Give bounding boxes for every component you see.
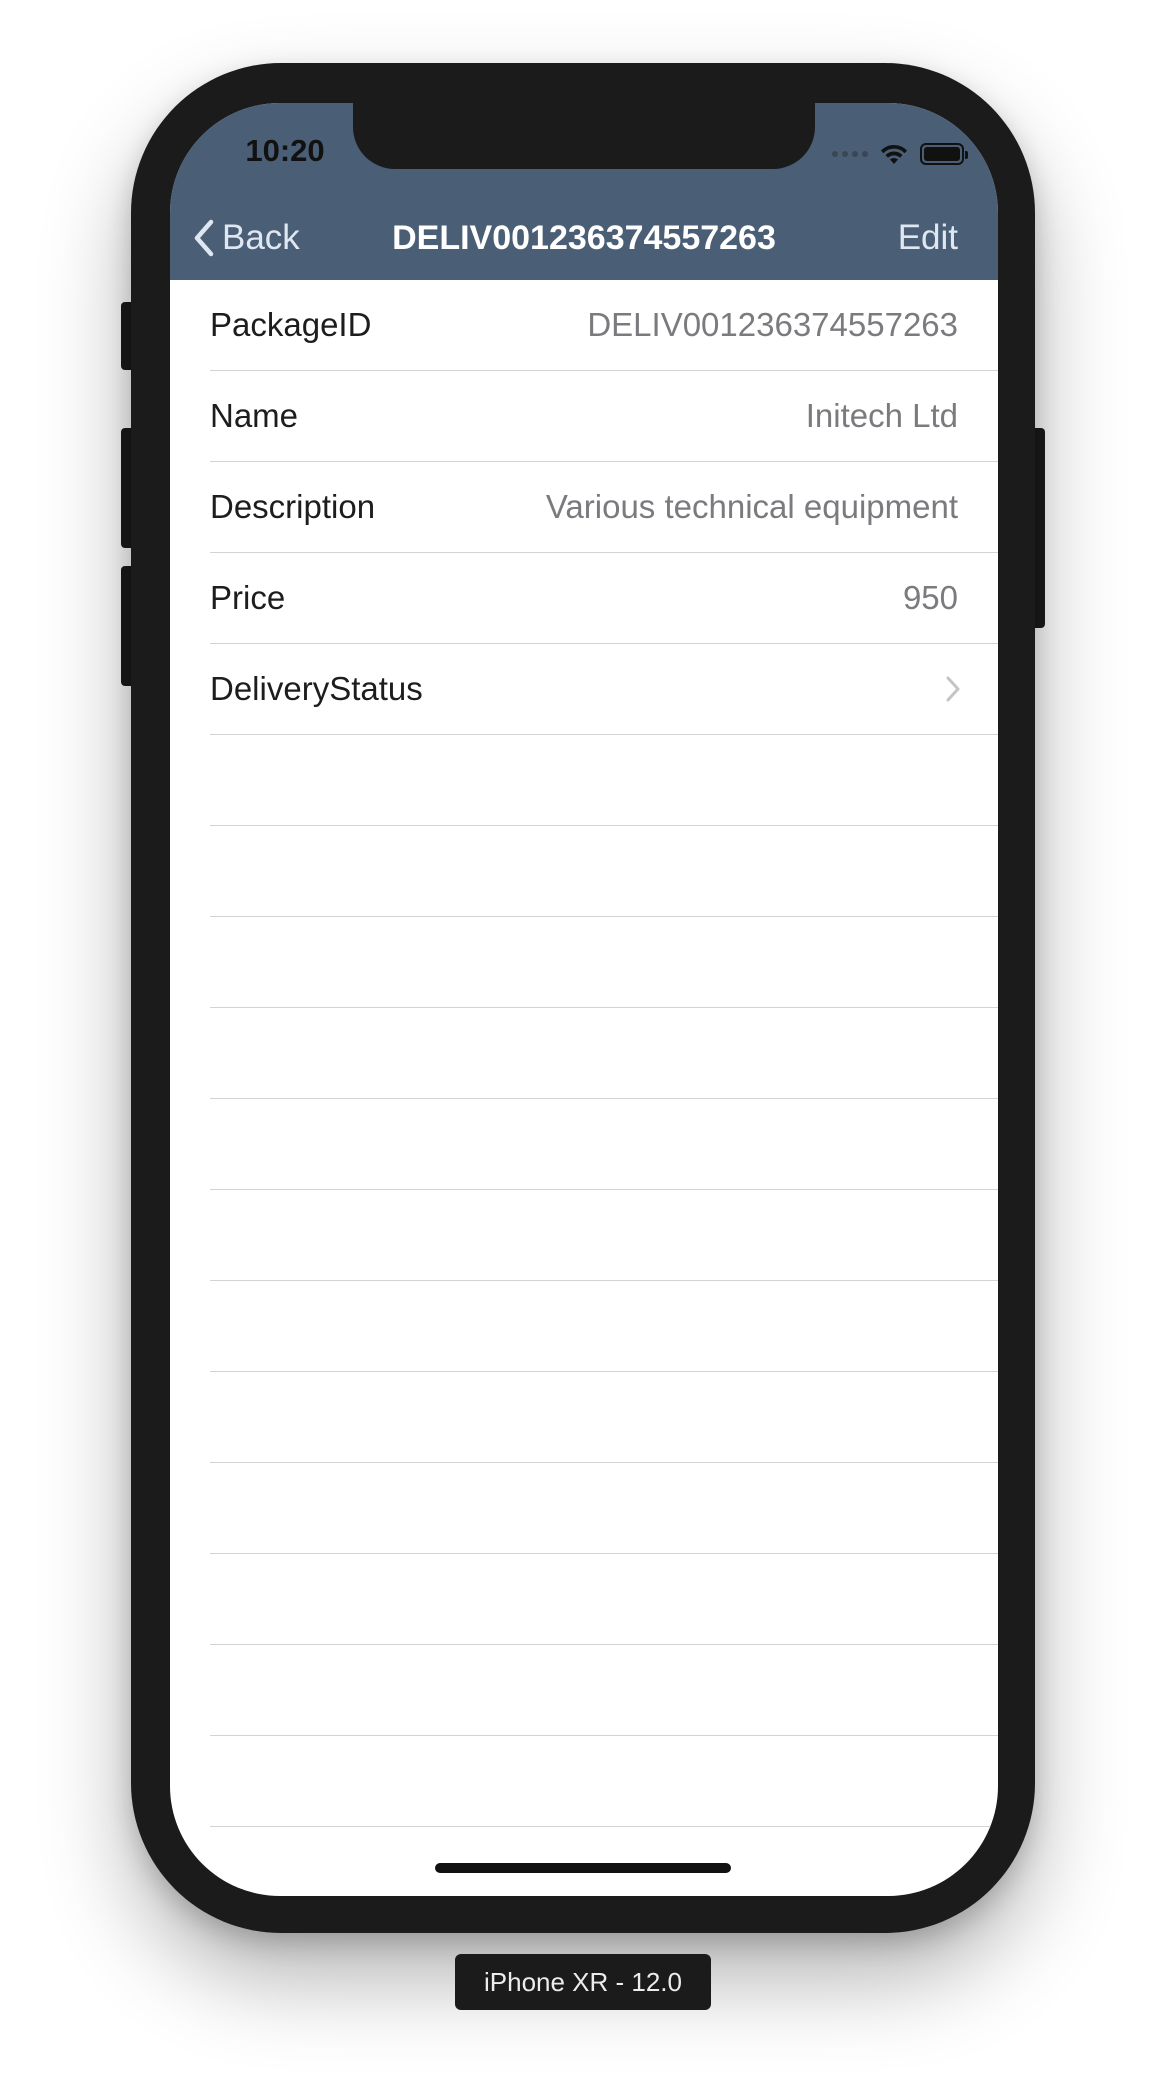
row-label: DeliveryStatus bbox=[210, 670, 423, 707]
back-button[interactable]: Back bbox=[192, 215, 300, 261]
row-price: Price 950 bbox=[170, 553, 998, 644]
wifi-icon bbox=[881, 144, 907, 164]
navigation-bar: 10:20 Back DELIV001236374557263 Edit bbox=[170, 103, 998, 280]
empty-row bbox=[170, 1463, 998, 1554]
empty-row bbox=[170, 735, 998, 826]
page-title: DELIV001236374557263 bbox=[392, 219, 776, 257]
empty-row bbox=[170, 917, 998, 1008]
empty-row bbox=[170, 1281, 998, 1372]
row-value: Various technical equipment bbox=[545, 488, 958, 525]
row-label: Price bbox=[210, 579, 286, 616]
empty-row bbox=[170, 1827, 998, 1896]
row-value: 950 bbox=[902, 579, 958, 616]
status-indicators bbox=[832, 141, 968, 167]
row-package-id: PackageID DELIV001236374557263 bbox=[170, 280, 998, 371]
chevron-left-icon bbox=[194, 219, 214, 257]
display-notch bbox=[353, 103, 815, 169]
row-value: DELIV001236374557263 bbox=[587, 306, 958, 343]
signal-icon bbox=[832, 151, 868, 157]
detail-table: PackageID DELIV001236374557263 Name Init… bbox=[170, 280, 998, 1896]
empty-row bbox=[170, 1645, 998, 1736]
row-description: Description Various technical equipment bbox=[170, 462, 998, 553]
empty-row bbox=[170, 1372, 998, 1463]
edit-button[interactable]: Edit bbox=[898, 215, 958, 261]
status-time: 10:20 bbox=[245, 133, 325, 168]
empty-row bbox=[170, 1099, 998, 1190]
empty-row bbox=[170, 1736, 998, 1827]
empty-row bbox=[170, 1554, 998, 1645]
row-label: PackageID bbox=[210, 306, 372, 343]
row-label: Name bbox=[210, 397, 299, 434]
app-screen: 10:20 Back DELIV001236374557263 Edit Pac… bbox=[170, 103, 998, 1896]
row-name: Name Initech Ltd bbox=[170, 371, 998, 462]
home-indicator[interactable] bbox=[435, 1863, 731, 1873]
row-delivery-status[interactable]: DeliveryStatus bbox=[170, 644, 998, 735]
empty-row bbox=[170, 826, 998, 917]
chevron-right-icon bbox=[946, 676, 960, 702]
row-label: Description bbox=[210, 488, 376, 525]
empty-row bbox=[170, 1190, 998, 1281]
battery-icon bbox=[920, 143, 968, 165]
simulator-stage: 10:20 Back DELIV001236374557263 Edit Pac… bbox=[0, 0, 1168, 2096]
back-label: Back bbox=[222, 218, 300, 257]
device-label: iPhone XR - 12.0 bbox=[455, 1954, 711, 2010]
empty-row bbox=[170, 1008, 998, 1099]
row-value: Initech Ltd bbox=[805, 397, 958, 434]
